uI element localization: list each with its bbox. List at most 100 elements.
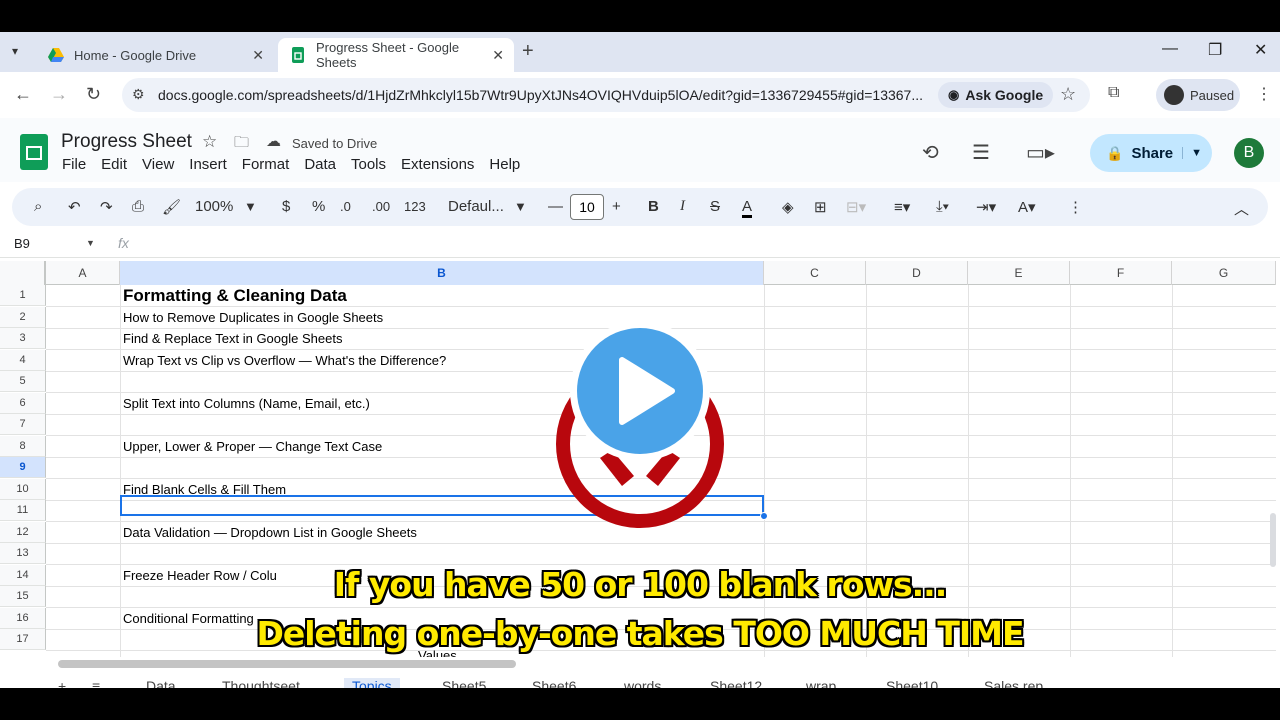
sheet-tab[interactable]: Sheet12 — [710, 678, 762, 688]
cloud-saved-icon[interactable]: ☁ — [266, 132, 281, 150]
add-sheet-icon[interactable]: + — [58, 678, 66, 688]
fill-handle[interactable] — [760, 512, 768, 520]
tab-search-chevron-icon[interactable]: ▾ — [12, 44, 18, 58]
cell-b6[interactable]: Split Text into Columns (Name, Email, et… — [123, 396, 370, 411]
strikethrough-icon[interactable]: S — [710, 198, 720, 215]
menu-help[interactable]: Help — [489, 156, 520, 173]
italic-button[interactable]: I — [680, 198, 685, 215]
undo-icon[interactable]: ↶ — [68, 198, 81, 216]
sheet-tab[interactable]: Sheet10 — [886, 678, 938, 688]
collapse-menus-icon[interactable]: ︿ — [1234, 198, 1249, 219]
column-header-f[interactable]: F — [1070, 261, 1172, 285]
site-info-icon[interactable]: ⚙ — [132, 86, 145, 103]
zoom-select[interactable]: 100% — [195, 198, 233, 215]
decrease-font-size-icon[interactable]: — — [548, 198, 563, 215]
text-color-button[interactable]: A — [742, 198, 753, 218]
percent-format-button[interactable]: % — [312, 198, 325, 215]
font-size-input[interactable]: 10 — [570, 194, 604, 220]
text-rotation-icon[interactable]: A▾ — [1018, 198, 1036, 216]
forward-icon[interactable]: → — [50, 84, 68, 105]
font-select[interactable]: Defaul... — [448, 198, 504, 215]
borders-icon[interactable]: ⊞ — [814, 198, 827, 216]
search-menus-icon[interactable]: ⌕ — [34, 198, 42, 215]
row-header-7[interactable]: 7 — [0, 414, 46, 435]
address-bar[interactable]: ⚙ docs.google.com/spreadsheets/d/1HjdZrM… — [122, 78, 1090, 112]
row-header-9[interactable]: 9 — [0, 457, 46, 478]
column-header-a[interactable]: A — [46, 261, 120, 285]
sheet-tab[interactable]: Sheet5 — [442, 678, 486, 688]
menu-edit[interactable]: Edit — [101, 156, 127, 173]
row-header-3[interactable]: 3 — [0, 328, 46, 349]
profile-button[interactable]: Paused — [1156, 79, 1240, 111]
back-icon[interactable]: ← — [14, 84, 32, 105]
menu-file[interactable]: File — [62, 156, 86, 173]
new-tab-icon[interactable]: + — [522, 40, 534, 63]
meet-icon[interactable]: ▭▸ — [1026, 140, 1055, 165]
menu-tools[interactable]: Tools — [351, 156, 386, 173]
cell-b2[interactable]: How to Remove Duplicates in Google Sheet… — [123, 310, 383, 325]
sheet-tab[interactable]: Thoughtseet — [222, 678, 300, 688]
decrease-decimal-button[interactable]: .0 — [340, 199, 351, 214]
sheet-tab[interactable]: Sales rep — [984, 678, 1043, 688]
fill-color-icon[interactable]: ◈ — [782, 198, 794, 216]
menu-data[interactable]: Data — [304, 156, 336, 173]
all-sheets-icon[interactable]: ≡ — [92, 678, 100, 688]
redo-icon[interactable]: ↷ — [100, 198, 113, 216]
more-options-icon[interactable]: ⋮ — [1068, 198, 1083, 216]
browser-tab-drive[interactable]: Home - Google Drive ✕ — [36, 38, 274, 72]
increase-decimal-button[interactable]: .00 — [372, 199, 390, 214]
share-button[interactable]: 🔒 Share ▼ — [1090, 134, 1212, 172]
cell-b4[interactable]: Wrap Text vs Clip vs Overflow — What's t… — [123, 353, 446, 368]
restore-icon[interactable]: ❐ — [1208, 40, 1222, 60]
minimize-icon[interactable]: — — [1162, 40, 1178, 58]
vertical-align-icon[interactable]: ⤓▾ — [936, 198, 949, 215]
version-history-icon[interactable]: ⟲ — [922, 140, 939, 165]
menu-format[interactable]: Format — [242, 156, 290, 173]
close-tab-icon[interactable]: ✕ — [492, 47, 504, 64]
merge-cells-icon[interactable]: ⊟▾ — [846, 198, 866, 216]
column-header-e[interactable]: E — [968, 261, 1070, 285]
sheets-logo-icon[interactable] — [20, 134, 48, 170]
url-text[interactable]: docs.google.com/spreadsheets/d/1HjdZrMhk… — [158, 87, 928, 103]
row-header-11[interactable]: 11 — [0, 500, 46, 521]
window-close-icon[interactable]: ✕ — [1254, 40, 1267, 60]
row-header-5[interactable]: 5 — [0, 371, 46, 392]
horizontal-align-icon[interactable]: ≡▾ — [894, 198, 910, 216]
print-icon[interactable]: ⎙ — [132, 198, 144, 215]
column-header-b[interactable]: B — [120, 261, 764, 285]
row-header-13[interactable]: 13 — [0, 543, 46, 564]
video-play-logo[interactable] — [552, 318, 728, 528]
document-title[interactable]: Progress Sheet — [61, 131, 192, 153]
sheet-tab-active[interactable]: Topics — [344, 678, 400, 688]
bold-button[interactable]: B — [648, 198, 659, 215]
column-header-d[interactable]: D — [866, 261, 968, 285]
name-box[interactable]: B9 — [14, 236, 30, 251]
ask-google-button[interactable]: ◉ Ask Google — [938, 82, 1054, 108]
chevron-down-icon[interactable]: ▼ — [244, 199, 257, 214]
chevron-down-icon[interactable]: ▼ — [514, 199, 527, 214]
select-all-corner[interactable] — [0, 261, 46, 285]
browser-menu-icon[interactable]: ⋮ — [1256, 84, 1272, 104]
comments-icon[interactable]: ☰ — [972, 140, 990, 165]
number-format-button[interactable]: 123 — [404, 199, 426, 214]
menu-view[interactable]: View — [142, 156, 174, 173]
cell-b1[interactable]: Formatting & Cleaning Data — [123, 286, 347, 306]
vertical-scrollbar[interactable] — [1270, 513, 1276, 567]
menu-extensions[interactable]: Extensions — [401, 156, 474, 173]
sheet-tab[interactable]: words — [624, 678, 661, 688]
chevron-down-icon[interactable]: ▼ — [86, 238, 95, 248]
row-header-4[interactable]: 4 — [0, 349, 46, 371]
cell-b3[interactable]: Find & Replace Text in Google Sheets — [123, 331, 342, 346]
cell-b12[interactable]: Data Validation — Dropdown List in Googl… — [123, 525, 417, 540]
user-avatar[interactable]: B — [1234, 138, 1264, 168]
column-header-g[interactable]: G — [1172, 261, 1276, 285]
text-wrapping-icon[interactable]: ⇥▾ — [976, 198, 996, 216]
column-header-c[interactable]: C — [764, 261, 866, 285]
row-header-12[interactable]: 12 — [0, 521, 46, 543]
row-header-8[interactable]: 8 — [0, 435, 46, 457]
paint-format-icon[interactable]: 🖌 — [162, 198, 181, 216]
browser-tab-sheets[interactable]: Progress Sheet - Google Sheets ✕ — [278, 38, 514, 72]
sheet-tab[interactable]: wrap — [806, 678, 836, 688]
menu-insert[interactable]: Insert — [189, 156, 227, 173]
increase-font-size-icon[interactable]: + — [612, 198, 621, 215]
